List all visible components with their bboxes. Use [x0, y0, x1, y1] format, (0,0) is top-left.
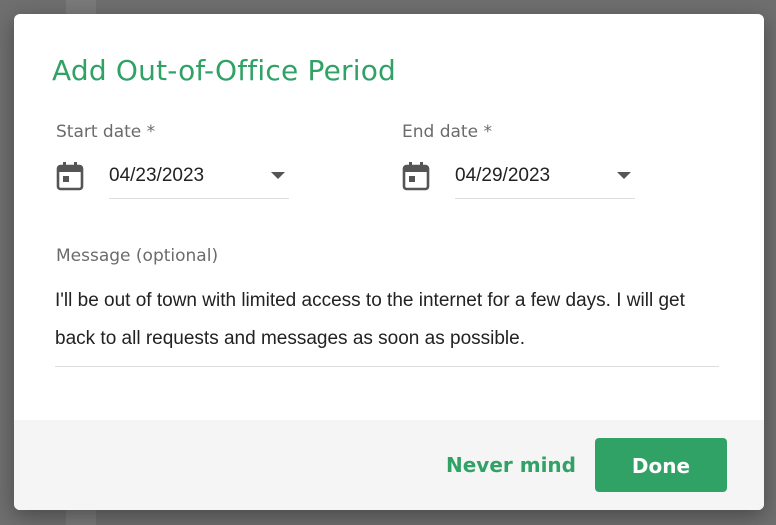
dialog-footer: Never mind Done — [14, 420, 764, 510]
start-date-field: 04/23/2023 — [55, 154, 295, 200]
never-mind-button[interactable]: Never mind — [430, 442, 592, 488]
start-date-input[interactable]: 04/23/2023 — [109, 154, 289, 199]
dialog-title: Add Out-of-Office Period — [52, 54, 396, 87]
end-date-input[interactable]: 04/29/2023 — [455, 154, 635, 199]
end-date-label: End date * — [402, 122, 492, 142]
end-date-value: 04/29/2023 — [455, 165, 551, 186]
chevron-down-icon[interactable] — [617, 172, 631, 179]
end-date-field: 04/29/2023 — [401, 154, 641, 200]
out-of-office-dialog: Add Out-of-Office Period Start date * 04… — [14, 14, 764, 510]
message-textarea[interactable]: I'll be out of town with limited access … — [55, 282, 719, 367]
calendar-icon[interactable] — [401, 160, 431, 192]
done-button[interactable]: Done — [595, 438, 727, 492]
message-label: Message (optional) — [56, 246, 219, 266]
calendar-icon[interactable] — [55, 160, 85, 192]
start-date-value: 04/23/2023 — [109, 165, 205, 186]
chevron-down-icon[interactable] — [271, 172, 285, 179]
start-date-label: Start date * — [56, 122, 156, 142]
